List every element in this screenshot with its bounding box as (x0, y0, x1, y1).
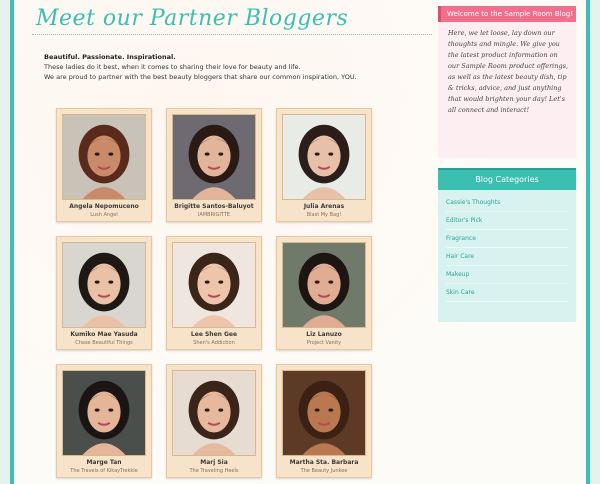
category-link[interactable]: Hair Care (446, 248, 568, 266)
blogger-card[interactable]: Lee Shen Gee Shen's Addiction (166, 236, 262, 350)
blogger-name[interactable]: Marj Sia (167, 459, 261, 466)
blogger-card[interactable]: Marge Tan The Travels of KikayTrekkie (56, 364, 152, 478)
category-link[interactable]: Skin Care (446, 284, 568, 302)
categories-title: Blog Categories (438, 168, 576, 190)
portrait-icon (283, 243, 365, 327)
portrait-icon (173, 371, 255, 455)
blogger-blog-name[interactable]: The Travels of KikayTrekkie (57, 468, 151, 474)
blogger-card[interactable]: Kumiko Mae Yasuda Chase Beautiful Things (56, 236, 152, 350)
blogger-name[interactable]: Julia Arenas (277, 203, 371, 210)
main-content: Meet our Partner Bloggers Beautiful. Pas… (28, 0, 448, 484)
blogger-photo[interactable] (282, 242, 366, 328)
blogger-blog-name[interactable]: The Traveling Heels (167, 468, 261, 474)
blogger-name[interactable]: Marge Tan (57, 459, 151, 466)
blogger-photo[interactable] (62, 242, 146, 328)
portrait-icon (63, 115, 145, 199)
category-link[interactable]: Makeup (446, 266, 568, 284)
intro-text: Beautiful. Passionate. Inspirational. Th… (44, 52, 434, 82)
blogger-card[interactable]: Angela Nepomuceno Lush Angel (56, 108, 152, 222)
welcome-text: Here, we let loose, lay down our thought… (438, 22, 576, 158)
blogger-name[interactable]: Brigitte Santos-Baluyot (167, 203, 261, 210)
portrait-icon (173, 243, 255, 327)
categories-list: Cassie's Thoughts Editor's Pick Fragranc… (438, 190, 576, 322)
portrait-icon (283, 115, 365, 199)
blogger-blog-name[interactable]: Project Vanity (277, 340, 371, 346)
blogger-blog-name[interactable]: Chase Beautiful Things (57, 340, 151, 346)
page-frame: Meet our Partner Bloggers Beautiful. Pas… (10, 0, 590, 484)
sidebar: Welcome to the Sample Room Blog! Here, w… (438, 6, 576, 322)
portrait-icon (283, 371, 365, 455)
page-title: Meet our Partner Bloggers (36, 6, 349, 31)
blogger-card[interactable]: Liz Lanuzo Project Vanity (276, 236, 372, 350)
portrait-icon (63, 243, 145, 327)
blogger-name[interactable]: Lee Shen Gee (167, 331, 261, 338)
portrait-icon (173, 115, 255, 199)
category-link[interactable]: Fragrance (446, 230, 568, 248)
blogger-blog-name[interactable]: Shen's Addiction (167, 340, 261, 346)
blogger-blog-name[interactable]: The Beauty Junkee (277, 468, 371, 474)
blogger-card[interactable]: Martha Sta. Barbara The Beauty Junkee (276, 364, 372, 478)
blogger-photo[interactable] (172, 242, 256, 328)
blogger-name[interactable]: Kumiko Mae Yasuda (57, 331, 151, 338)
blogger-name[interactable]: Martha Sta. Barbara (277, 459, 371, 466)
intro-line-2: We are proud to partner with the best be… (44, 73, 357, 81)
blogger-card[interactable]: Marj Sia The Traveling Heels (166, 364, 262, 478)
blogger-card[interactable]: Julia Arenas Blast My Bag! (276, 108, 372, 222)
blogger-grid: Angela Nepomuceno Lush Angel Brigitte Sant… (56, 108, 376, 484)
title-divider (32, 34, 432, 35)
welcome-title: Welcome to the Sample Room Blog! (438, 6, 576, 22)
blogger-card[interactable]: Brigitte Santos-Baluyot IAMBRIGITTE (166, 108, 262, 222)
blogger-blog-name[interactable]: IAMBRIGITTE (167, 212, 261, 218)
blogger-name[interactable]: Angela Nepomuceno (57, 203, 151, 210)
category-link[interactable]: Editor's Pick (446, 212, 568, 230)
intro-lead: Beautiful. Passionate. Inspirational. (44, 53, 176, 61)
blogger-photo[interactable] (282, 370, 366, 456)
blogger-photo[interactable] (282, 114, 366, 200)
blogger-name[interactable]: Liz Lanuzo (277, 331, 371, 338)
blogger-photo[interactable] (62, 370, 146, 456)
blogger-blog-name[interactable]: Blast My Bag! (277, 212, 371, 218)
intro-line-1: These ladies do it best, when it comes t… (44, 63, 301, 71)
blogger-photo[interactable] (172, 370, 256, 456)
category-link[interactable]: Cassie's Thoughts (446, 194, 568, 212)
blogger-photo[interactable] (172, 114, 256, 200)
blogger-blog-name[interactable]: Lush Angel (57, 212, 151, 218)
blogger-photo[interactable] (62, 114, 146, 200)
portrait-icon (63, 371, 145, 455)
